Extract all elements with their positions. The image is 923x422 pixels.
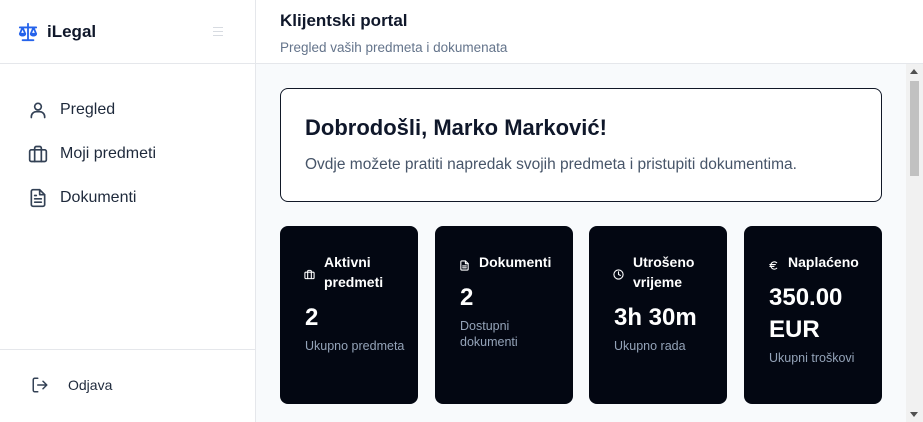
scrollbar-thumb[interactable] xyxy=(910,81,919,176)
briefcase-icon xyxy=(28,144,48,164)
scale-icon xyxy=(17,22,39,42)
logout-label: Odjava xyxy=(68,377,113,393)
page-subtitle: Pregled vaših predmeta i dokumenata xyxy=(280,40,508,55)
sidebar-item-label: Moji predmeti xyxy=(60,145,157,162)
stat-value: 2 xyxy=(305,304,319,331)
file-text-icon xyxy=(459,256,470,271)
page-title: Klijentski portal xyxy=(280,11,408,30)
stat-title: Naplaćeno xyxy=(788,254,859,270)
sidebar-nav: Pregled Moji predmeti Dokumenti xyxy=(0,64,255,220)
welcome-text: Ovdje možete pratiti napredak svojih pre… xyxy=(305,156,797,173)
stat-value: 3h 30m xyxy=(614,304,697,331)
sidebar-item-pregled[interactable]: Pregled xyxy=(0,88,255,132)
stat-title: Dokumenti xyxy=(479,254,552,270)
main-content: Dobrodošli, Marko Marković! Ovdje možete… xyxy=(256,64,906,422)
menu-toggle-icon[interactable] xyxy=(213,27,223,36)
stat-title: Utrošeno vrijeme xyxy=(633,254,695,290)
sidebar: iLegal Pregled Moji predmeti Dokumenti O… xyxy=(0,0,256,422)
sidebar-item-moji-predmeti[interactable]: Moji predmeti xyxy=(0,132,255,176)
clock-icon xyxy=(613,265,624,280)
user-icon xyxy=(28,100,48,120)
welcome-card: Dobrodošli, Marko Marković! Ovdje možete… xyxy=(280,88,882,202)
brand-name: iLegal xyxy=(47,21,97,41)
stat-caption: Ukupni troškovi xyxy=(769,351,855,365)
stat-value: 350.00 EUR xyxy=(769,284,843,343)
sidebar-footer: Odjava xyxy=(0,349,255,422)
stat-caption: Ukupno predmeta xyxy=(305,339,405,353)
scrollbar[interactable] xyxy=(906,64,923,422)
stat-title: Aktivni predmeti xyxy=(324,254,384,290)
sidebar-item-label: Dokumenti xyxy=(60,189,137,206)
scroll-down-icon[interactable] xyxy=(910,412,918,417)
stat-caption: Ukupno rada xyxy=(614,339,686,353)
welcome-title: Dobrodošli, Marko Marković! xyxy=(305,115,607,140)
logout-button[interactable]: Odjava xyxy=(31,376,112,394)
sidebar-item-dokumenti[interactable]: Dokumenti xyxy=(0,176,255,220)
stat-caption: Dostupni dokumenti xyxy=(460,319,518,349)
stat-value: 2 xyxy=(460,284,474,311)
briefcase-icon xyxy=(304,265,315,280)
scroll-up-icon[interactable] xyxy=(910,69,918,74)
stat-card-time-spent[interactable]: Utrošeno vrijeme 3h 30m Ukupno rada xyxy=(589,226,727,404)
stat-card-documents[interactable]: Dokumenti 2 Dostupni dokumenti xyxy=(435,226,573,404)
brand[interactable]: iLegal xyxy=(0,0,255,64)
logout-icon xyxy=(31,376,49,394)
stat-card-active-cases[interactable]: Aktivni predmeti 2 Ukupno predmeta xyxy=(280,226,418,404)
file-text-icon xyxy=(28,188,48,208)
sidebar-item-label: Pregled xyxy=(60,101,116,118)
page-header: Klijentski portal Pregled vaših predmeta… xyxy=(256,0,923,64)
stat-card-billed[interactable]: Naplaćeno 350.00 EUR Ukupni troškovi xyxy=(744,226,882,404)
stats-cards: Aktivni predmeti 2 Ukupno predmeta Dokum… xyxy=(280,226,882,404)
euro-icon xyxy=(768,256,779,270)
